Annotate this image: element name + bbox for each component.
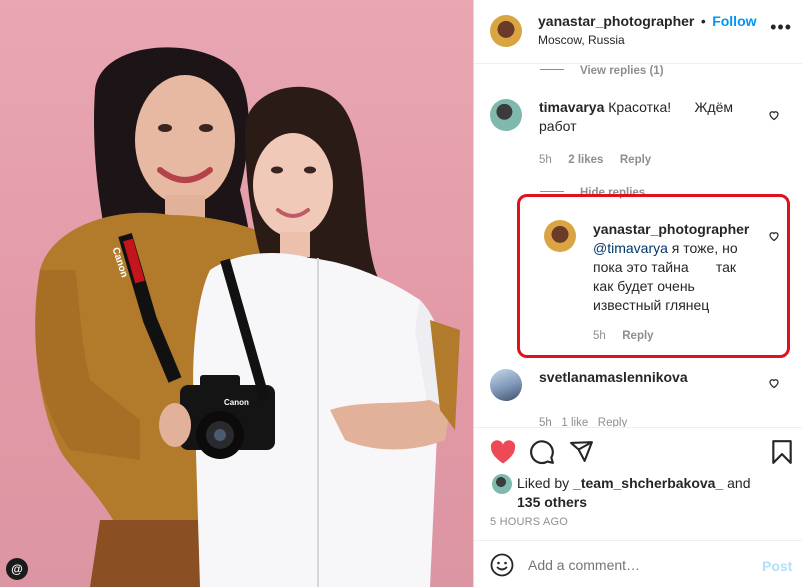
follow-button[interactable]: Follow <box>712 13 756 29</box>
comment-username[interactable]: timavarya <box>539 99 604 115</box>
post-actions: Liked by _team_shcherbakova_ and 135 oth… <box>474 427 802 540</box>
comment-body: timavarya Красотка! Ждём работ <box>539 98 764 136</box>
post-comment-button[interactable]: Post <box>762 558 792 574</box>
dot-separator: • <box>700 13 706 29</box>
reply-text: я тоже, но <box>667 240 738 256</box>
heart-outline-icon[interactable] <box>768 377 780 389</box>
bookmark-icon[interactable] <box>771 439 793 465</box>
comment-time: 5h <box>539 154 552 166</box>
comment-username[interactable]: svetlanamaslennikova <box>539 369 688 385</box>
mention-link[interactable]: @timavarya <box>593 240 668 256</box>
threads-icon[interactable]: @ <box>8 560 26 578</box>
post-location[interactable]: Moscow, Russia <box>538 33 625 47</box>
liked-by-user[interactable]: _team_shcherbakova_ <box>573 475 723 491</box>
liked-by-and: and <box>727 475 751 491</box>
replies-line <box>540 191 564 193</box>
reply-button[interactable]: Reply <box>620 154 651 166</box>
reply-body: yanastar_photographer @timavarya я тоже,… <box>593 220 768 315</box>
reply-text-4: известный глянец <box>593 297 710 313</box>
comment-meta-partial: 5h 1 like Reply <box>539 417 628 427</box>
post-header: yanastar_photographer • Follow Moscow, R… <box>474 0 802 64</box>
reply-time: 5h <box>593 330 606 342</box>
comment-text: Красотка! Ждём <box>608 99 734 115</box>
post-username[interactable]: yanastar_photographer <box>538 13 694 29</box>
photo-illustration <box>6 47 460 587</box>
others-link[interactable]: 135 others <box>517 494 587 510</box>
avatar[interactable] <box>490 15 522 47</box>
share-icon[interactable] <box>569 439 594 464</box>
comment-body: svetlanamaslennikova <box>539 369 688 387</box>
comments-list[interactable]: View replies (1) timavarya Красотка! Ждё… <box>474 64 802 427</box>
avatar[interactable] <box>544 220 576 252</box>
emoji-icon[interactable] <box>490 553 514 577</box>
post-photo[interactable]: Canon Canon @ <box>0 0 473 587</box>
avatar[interactable] <box>492 474 512 494</box>
comment-likes[interactable]: 2 likes <box>568 154 603 166</box>
heart-filled-icon[interactable] <box>490 440 516 464</box>
heart-outline-icon[interactable] <box>768 230 780 242</box>
avatar[interactable] <box>490 369 522 401</box>
replies-line <box>540 69 564 71</box>
heart-outline-icon[interactable] <box>768 109 780 121</box>
view-replies-button[interactable]: View replies (1) <box>540 64 664 79</box>
comment-icon[interactable] <box>529 439 555 465</box>
liked-by-prefix: Liked by <box>517 475 570 491</box>
comment-text-cont: работ <box>539 118 577 134</box>
more-icon[interactable]: ••• <box>770 18 792 36</box>
add-comment-bar: Post <box>474 540 802 588</box>
likes-summary: Liked by _team_shcherbakova_ and 135 oth… <box>517 474 787 512</box>
avatar[interactable] <box>490 99 522 131</box>
reply-text-2: пока это тайна так <box>593 259 737 275</box>
comment-input[interactable] <box>528 555 738 575</box>
camera-badge: Canon <box>224 398 249 407</box>
reply-button[interactable]: Reply <box>622 330 653 342</box>
reply-username[interactable]: yanastar_photographer <box>593 221 749 237</box>
reply-text-3: как будет очень <box>593 278 695 294</box>
post-side-panel: yanastar_photographer • Follow Moscow, R… <box>474 0 802 587</box>
post-timestamp[interactable]: 5 HOURS AGO <box>490 516 568 528</box>
